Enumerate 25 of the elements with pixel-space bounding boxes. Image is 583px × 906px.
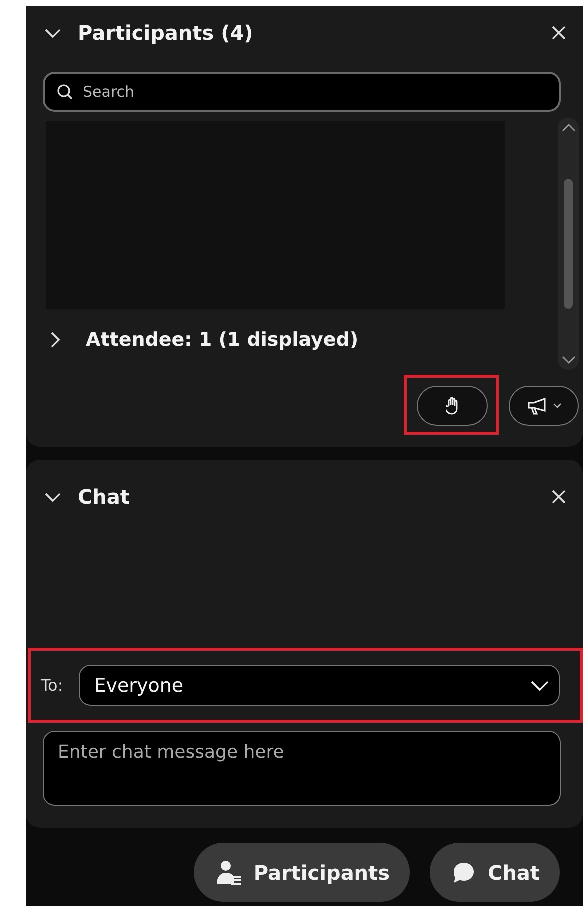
participant-list-icon xyxy=(216,860,242,886)
search-field[interactable]: Search xyxy=(43,72,561,112)
scroll-up-icon xyxy=(562,124,576,132)
to-label: To: xyxy=(41,676,64,695)
panel-title: Participants (4) xyxy=(78,21,254,45)
message-field[interactable]: Enter chat message here xyxy=(43,731,561,806)
close-icon xyxy=(551,489,567,505)
search-icon xyxy=(57,84,73,100)
recipient-dropdown[interactable]: Everyone xyxy=(79,665,560,706)
scrollbar-thumb[interactable] xyxy=(564,179,573,309)
scroll-down-icon xyxy=(562,356,576,364)
attendee-group[interactable]: Attendee: 1 (1 displayed) xyxy=(46,329,359,351)
scrollbar[interactable] xyxy=(558,118,579,370)
hand-icon xyxy=(446,397,460,415)
chat-button[interactable]: Chat xyxy=(430,843,560,902)
chevron-icon xyxy=(531,680,549,690)
panel-title: Chat xyxy=(78,485,131,509)
close-icon xyxy=(551,25,567,41)
raise-hand-button[interactable] xyxy=(417,386,488,426)
search-input[interactable]: Search xyxy=(81,82,547,102)
participants-button[interactable]: Participants xyxy=(194,843,410,902)
chat-bubble-icon xyxy=(452,860,476,884)
announce-button[interactable] xyxy=(509,386,579,426)
caret-icon xyxy=(552,403,562,409)
megaphone-icon xyxy=(526,397,548,415)
